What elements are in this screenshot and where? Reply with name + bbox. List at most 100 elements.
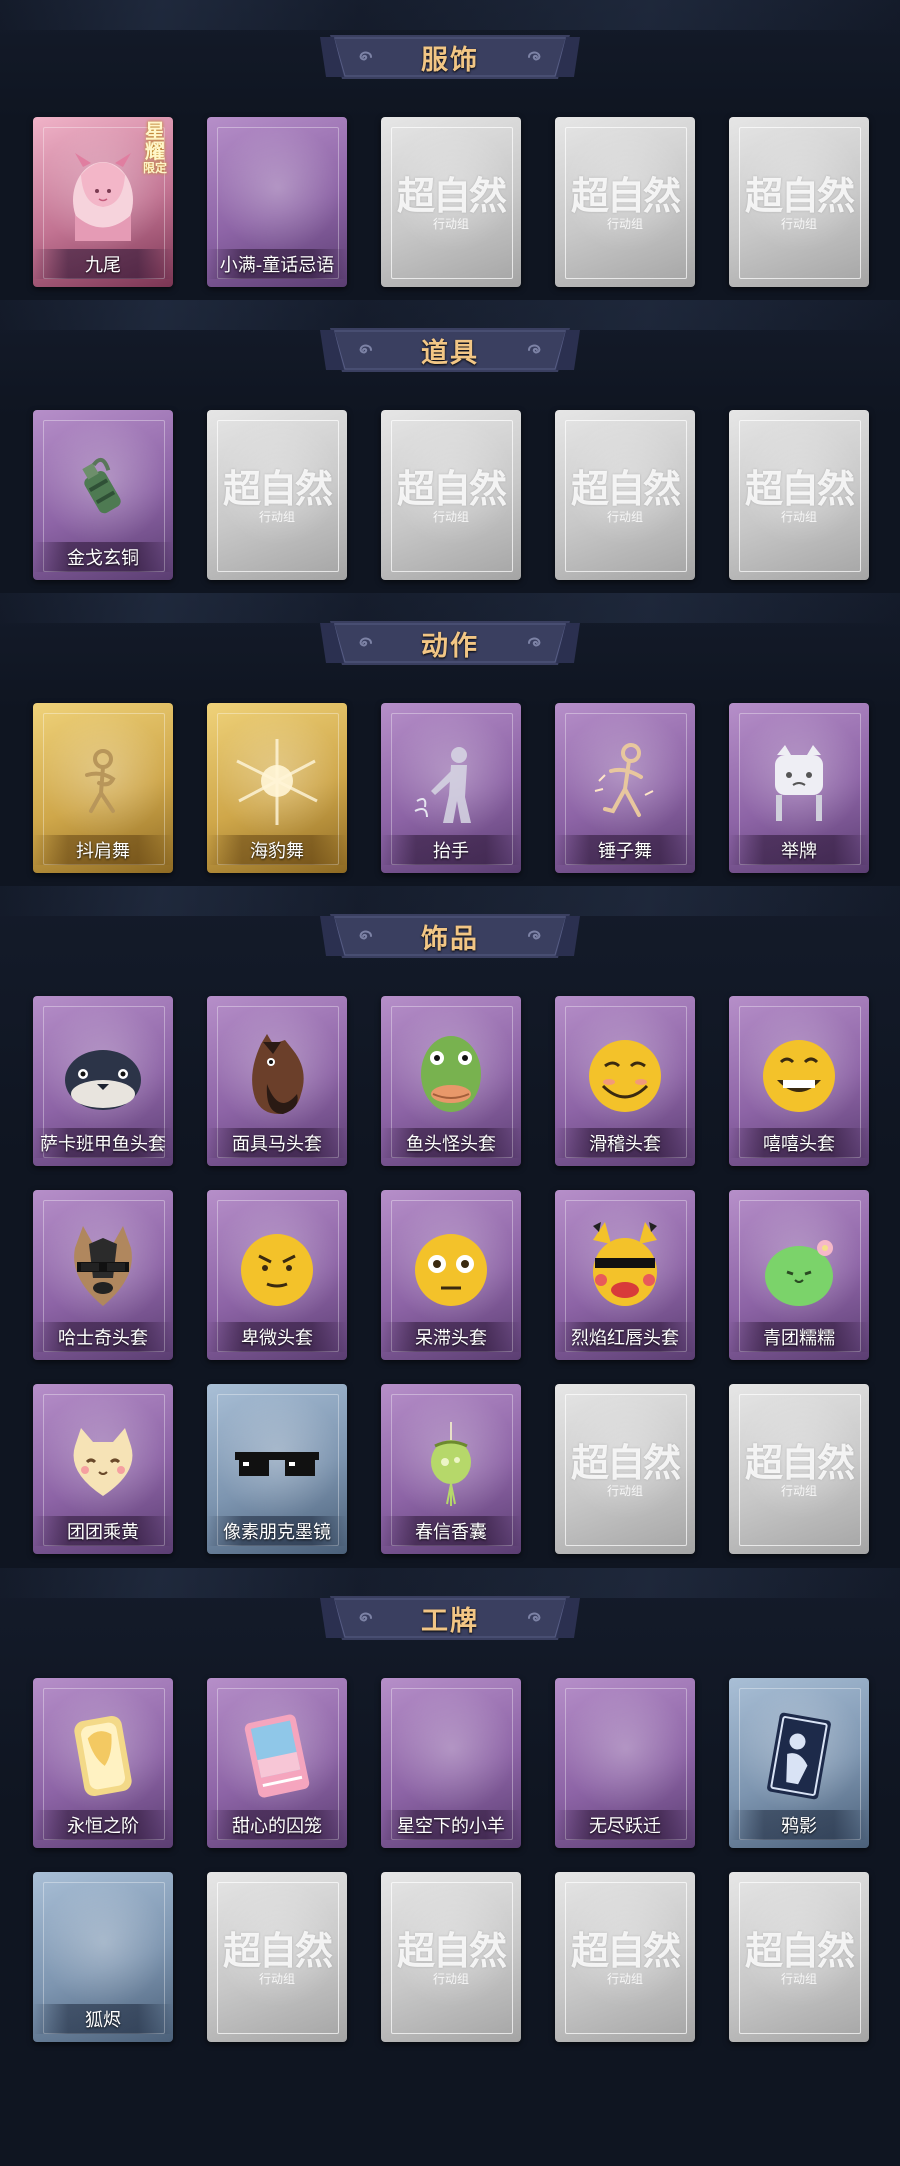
section-title-banner: 服饰	[320, 33, 580, 81]
item-card[interactable]: 呆滞头套	[381, 1190, 521, 1360]
section-band	[0, 1568, 900, 2166]
item-card[interactable]: 超自然 行动组	[381, 410, 521, 580]
placeholder-logo-sub: 行动组	[780, 510, 817, 524]
section-title: 工牌	[421, 1605, 479, 1637]
item-card[interactable]: 鱼头怪头套	[381, 996, 521, 1166]
item-label: 呆滞头套	[381, 1322, 521, 1352]
item-card[interactable]: 甜心的囚笼	[207, 1678, 347, 1848]
item-label: 无尽跃迁	[555, 1810, 695, 1840]
swirl-ornament-icon	[356, 635, 374, 649]
item-card[interactable]: 青团糯糯	[729, 1190, 869, 1360]
item-card[interactable]: 超自然 行动组	[729, 117, 869, 287]
item-label: 哈士奇头套	[33, 1322, 173, 1352]
pink-card-icon	[244, 1714, 310, 1798]
cat-plush-icon	[73, 1428, 133, 1496]
item-card[interactable]: 烈焰红唇头套	[555, 1190, 695, 1360]
section-title-banner: 动作	[320, 619, 580, 667]
item-card[interactable]: 抖肩舞	[33, 703, 173, 873]
item-card[interactable]: 春信香囊	[381, 1384, 521, 1554]
placeholder-logo-sub: 行动组	[432, 217, 469, 231]
placeholder-logo: 超自然	[570, 173, 681, 218]
item-label: 鸦影	[729, 1810, 869, 1840]
item-card[interactable]: 哈士奇头套	[33, 1190, 173, 1360]
item-label: 面具马头套	[207, 1128, 347, 1158]
item-label: 举牌	[729, 835, 869, 865]
item-card[interactable]: 超自然 行动组	[207, 1872, 347, 2042]
placeholder-logo: 超自然	[396, 466, 507, 511]
item-card[interactable]: 锤子舞	[555, 703, 695, 873]
item-card[interactable]: 鸦影	[729, 1678, 869, 1848]
placeholder-logo: 超自然	[744, 1440, 855, 1485]
dazed-emoji-icon	[415, 1234, 487, 1306]
badge-sub: 限定	[142, 161, 167, 175]
item-label: 卑微头套	[207, 1322, 347, 1352]
grin-emoji-icon	[763, 1040, 835, 1112]
placeholder-logo-sub: 行动组	[780, 1484, 817, 1498]
item-card[interactable]: 超自然 行动组	[555, 1872, 695, 2042]
item-card[interactable]: 超自然 行动组	[381, 117, 521, 287]
item-card[interactable]: 滑稽头套	[555, 996, 695, 1166]
item-card[interactable]: 面具马头套	[207, 996, 347, 1166]
item-card[interactable]: 超自然 行动组	[729, 410, 869, 580]
item-label: 烈焰红唇头套	[555, 1322, 695, 1352]
item-label: 萨卡班甲鱼头套	[33, 1128, 173, 1158]
item-card[interactable]: 举牌	[729, 703, 869, 873]
placeholder-logo: 超自然	[570, 466, 681, 511]
item-card[interactable]: 星耀 限定 九尾	[33, 117, 173, 287]
item-card[interactable]: 萨卡班甲鱼头套	[33, 996, 173, 1166]
pikachu-lips-head-icon	[593, 1222, 657, 1306]
humble-emoji-icon	[241, 1234, 313, 1306]
item-card[interactable]: 无尽跃迁	[555, 1678, 695, 1848]
item-card[interactable]: 超自然 行动组	[555, 117, 695, 287]
section-title-banner: 工牌	[320, 1594, 580, 1642]
item-label: 永恒之阶	[33, 1810, 173, 1840]
item-label: 甜心的囚笼	[207, 1810, 347, 1840]
item-card[interactable]: 海豹舞	[207, 703, 347, 873]
raise-hand-icon	[414, 747, 471, 823]
placeholder-logo-sub: 行动组	[432, 1972, 469, 1986]
item-card[interactable]: 超自然 行动组	[381, 1872, 521, 2042]
placeholder-logo: 超自然	[396, 173, 507, 218]
item-card[interactable]: 团团乘黄	[33, 1384, 173, 1554]
item-card[interactable]: 永恒之阶	[33, 1678, 173, 1848]
placeholder-logo: 超自然	[222, 466, 333, 511]
item-label: 九尾	[33, 249, 173, 279]
item-card[interactable]: 狐烬	[33, 1872, 173, 2042]
golden-card-icon	[74, 1715, 132, 1797]
section-title: 饰品	[421, 923, 479, 955]
section-title-banner: 饰品	[320, 912, 580, 960]
fish-head-icon	[65, 1050, 141, 1110]
item-card[interactable]: 超自然 行动组	[555, 410, 695, 580]
item-card[interactable]: 超自然 行动组	[729, 1384, 869, 1554]
item-card[interactable]: 超自然 行动组	[207, 410, 347, 580]
item-card[interactable]: 嘻嘻头套	[729, 996, 869, 1166]
item-label: 海豹舞	[207, 835, 347, 865]
item-card[interactable]: 像素朋克墨镜	[207, 1384, 347, 1554]
item-card[interactable]: 星空下的小羊	[381, 1678, 521, 1848]
item-card[interactable]: 卑微头套	[207, 1190, 347, 1360]
item-label: 像素朋克墨镜	[207, 1516, 347, 1546]
item-label: 锤子舞	[555, 835, 695, 865]
item-label: 春信香囊	[381, 1516, 521, 1546]
swirl-ornament-icon	[526, 342, 544, 356]
hammer-dance-icon	[594, 743, 654, 817]
section-title: 动作	[421, 630, 479, 662]
item-label: 小满-童话忌语	[207, 249, 347, 279]
item-label: 青团糯糯	[729, 1322, 869, 1352]
placeholder-logo-sub: 行动组	[606, 510, 643, 524]
item-card[interactable]: 超自然 行动组	[729, 1872, 869, 2042]
placeholder-logo: 超自然	[744, 466, 855, 511]
placeholder-logo-sub: 行动组	[606, 1972, 643, 1986]
section-title: 道具	[421, 337, 479, 369]
swirl-ornament-icon	[526, 635, 544, 649]
item-card[interactable]: 小满-童话忌语	[207, 117, 347, 287]
placeholder-logo: 超自然	[222, 1928, 333, 1973]
item-card[interactable]: 抬手	[381, 703, 521, 873]
item-label: 金戈玄铜	[33, 542, 173, 572]
placeholder-logo-sub: 行动组	[258, 510, 295, 524]
funny-emoji-icon	[589, 1040, 661, 1112]
raven-card-icon	[767, 1712, 831, 1800]
placeholder-logo-sub: 行动组	[780, 1972, 817, 1986]
item-card[interactable]: 金戈玄铜	[33, 410, 173, 580]
item-card[interactable]: 超自然 行动组	[555, 1384, 695, 1554]
